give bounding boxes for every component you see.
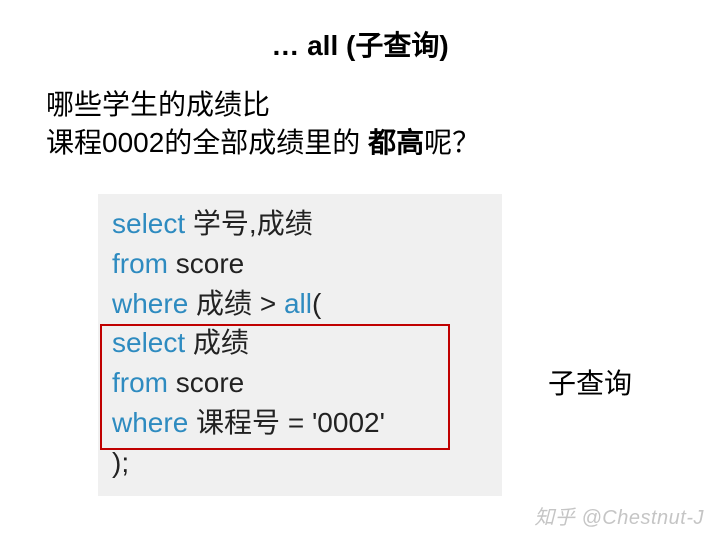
code-text: ); [112, 447, 129, 478]
question-line-2-suffix: 呢？ [424, 127, 480, 158]
code-line-1: select 学号,成绩 [112, 204, 488, 244]
keyword-where: where [112, 407, 188, 438]
question-text: 哪些学生的成绩比 课程0002的全部成绩里的 都高呢？ [46, 86, 480, 162]
keyword-from: from [112, 248, 168, 279]
sql-code-block: select 学号,成绩 from score where 成绩 > all( … [98, 194, 502, 496]
question-line-1: 哪些学生的成绩比 [46, 86, 480, 124]
code-text: 成绩 > [188, 288, 284, 319]
code-line-7: ); [112, 443, 488, 483]
keyword-where: where [112, 288, 188, 319]
code-line-2: from score [112, 244, 488, 284]
code-line-3: where 成绩 > all( [112, 284, 488, 324]
code-text: ( [312, 288, 321, 319]
question-line-2-bold: 都高 [368, 127, 424, 158]
code-line-4: select 成绩 [112, 323, 488, 363]
code-text: 课程号 = '0002' [188, 407, 385, 438]
code-text: 成绩 [185, 327, 249, 358]
keyword-select: select [112, 208, 185, 239]
keyword-from: from [112, 367, 168, 398]
code-line-6: where 课程号 = '0002' [112, 403, 488, 443]
code-text: score [168, 367, 244, 398]
keyword-all: all [284, 288, 312, 319]
keyword-select: select [112, 327, 185, 358]
annotation-label: 子查询 [548, 362, 632, 402]
question-line-2: 课程0002的全部成绩里的 都高呢？ [46, 124, 480, 162]
watermark-text: 知乎 @Chestnut-J [534, 501, 704, 530]
code-text: 学号,成绩 [185, 208, 313, 239]
slide-title: … all (子查询) [0, 24, 720, 64]
question-line-2-prefix: 课程0002的全部成绩里的 [46, 127, 368, 158]
code-line-5: from score [112, 363, 488, 403]
code-text: score [168, 248, 244, 279]
